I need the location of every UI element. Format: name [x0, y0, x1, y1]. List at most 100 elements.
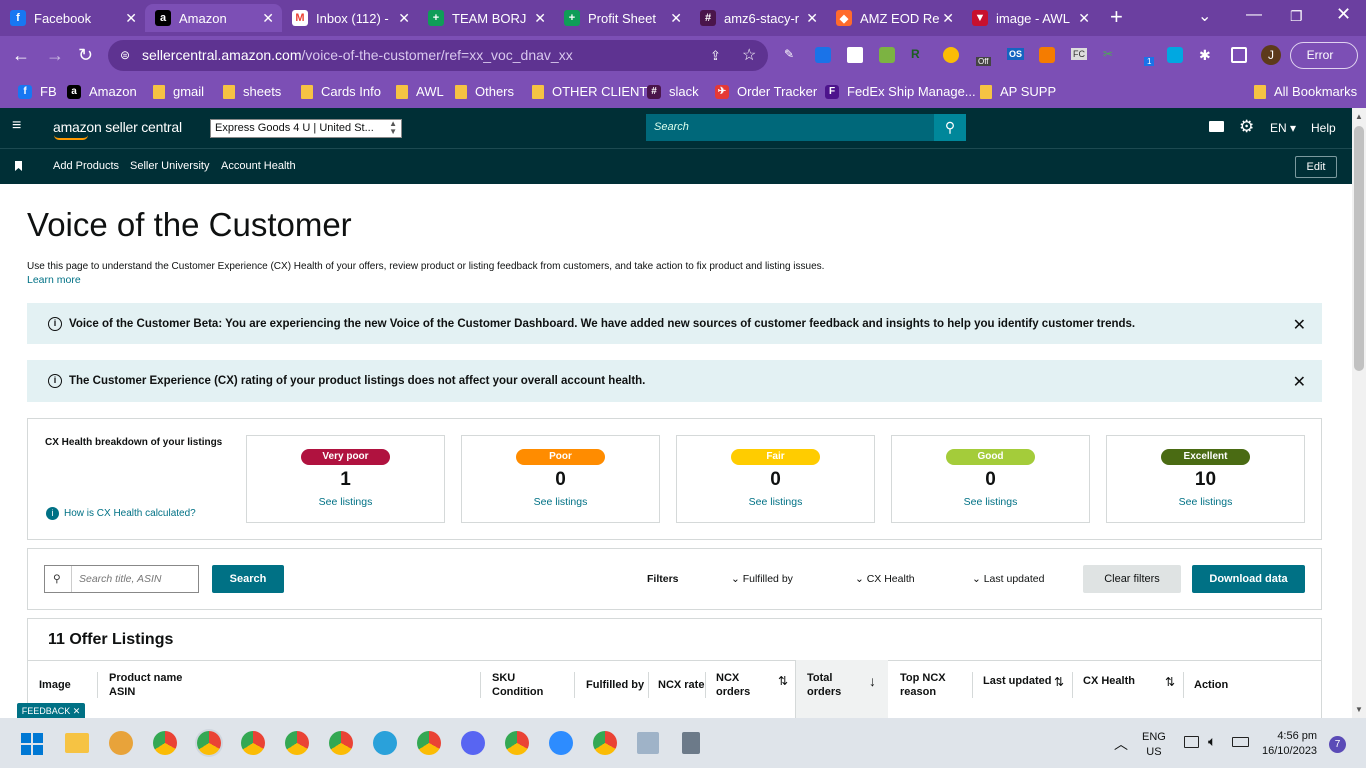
app-icon[interactable] [109, 731, 133, 755]
bookmark-item[interactable]: gmail [153, 84, 204, 99]
page-scrollbar[interactable]: ▲ ▼ [1352, 108, 1366, 718]
extension-r-icon[interactable]: R [911, 47, 927, 63]
extension-chart-icon[interactable] [1039, 47, 1055, 63]
see-listings-link[interactable]: See listings [677, 496, 874, 508]
hamburger-menu-icon[interactable]: ≡ [12, 117, 21, 135]
site-info-icon[interactable]: ⊜ [120, 40, 130, 71]
edit-nav-button[interactable]: Edit [1295, 156, 1337, 178]
close-tab-icon[interactable]: ✕ [125, 10, 137, 27]
listing-search-button[interactable]: Search [212, 565, 284, 593]
battery-icon[interactable] [1232, 737, 1249, 747]
close-tab-icon[interactable]: ✕ [806, 10, 818, 27]
sort-desc-icon[interactable]: ↓ [869, 673, 876, 689]
chrome-icon[interactable] [197, 731, 221, 755]
bookmark-item[interactable]: F FedEx Ship Manage... [825, 84, 976, 99]
close-window-icon[interactable]: ✕ [1336, 4, 1351, 25]
forward-icon[interactable]: → [46, 46, 64, 64]
zoom-icon[interactable] [549, 731, 573, 755]
see-listings-link[interactable]: See listings [892, 496, 1089, 508]
bookmark-item[interactable]: a Amazon [67, 84, 137, 99]
bookmark-star-icon[interactable]: ☆ [742, 40, 756, 71]
language-indicator[interactable]: ENG US [1142, 730, 1166, 760]
col-last-updated[interactable]: Last updated [983, 674, 1051, 688]
bookmark-item[interactable]: Cards Info [301, 84, 381, 99]
browser-tab[interactable]: f Facebook ✕ [0, 4, 145, 32]
browser-tab[interactable]: ▼ image - AWL ✕ [962, 4, 1098, 32]
see-listings-link[interactable]: See listings [1107, 496, 1304, 508]
browser-tab[interactable]: M Inbox (112) - ✕ [282, 4, 418, 32]
chrome-icon[interactable] [505, 731, 529, 755]
header-search-button[interactable]: ⚲ [934, 114, 966, 141]
notification-badge[interactable]: 7 [1329, 736, 1346, 753]
nav-add-products[interactable]: Add Products [53, 160, 119, 172]
extension-os-icon[interactable]: OS [1007, 48, 1025, 60]
share-icon[interactable]: ⇪ [710, 40, 721, 71]
browser-tab[interactable]: ◆ AMZ EOD Re ✕ [826, 4, 962, 32]
close-icon[interactable]: ✕ [1293, 372, 1306, 392]
how-calculated-link[interactable]: How is CX Health calculated? [64, 508, 196, 519]
listing-search-input[interactable]: ⚲ Search title, ASIN [44, 565, 199, 593]
extension-pipette-icon[interactable] [879, 47, 895, 63]
bookmark-item[interactable]: Others [455, 84, 514, 99]
bookmark-flag-icon[interactable] [15, 161, 22, 171]
windows-start-icon[interactable] [21, 733, 43, 755]
extensions-puzzle-icon[interactable]: ✱ [1199, 47, 1215, 63]
clock[interactable]: 4:56 pm 16/10/2023 [1262, 729, 1317, 759]
filter-cx-health[interactable]: ⌄ CX Health [855, 573, 915, 585]
telegram-icon[interactable] [373, 731, 397, 755]
nav-account-health[interactable]: Account Health [221, 160, 296, 172]
help-link[interactable]: Help [1311, 121, 1336, 135]
extension-pen-icon[interactable]: ✎ [784, 47, 800, 63]
browser-tab[interactable]: a Amazon ✕ [145, 4, 282, 32]
extension-scissors-icon[interactable]: ✂ [1103, 47, 1119, 63]
store-selector[interactable]: Express Goods 4 U | United St... ▲ ▼ [210, 119, 402, 138]
language-select[interactable]: EN ▾ [1270, 121, 1296, 135]
col-ncx-orders[interactable]: NCX orders [716, 671, 750, 699]
see-listings-link[interactable]: See listings [247, 496, 444, 508]
filter-fulfilled-by[interactable]: ⌄ Fulfilled by [731, 573, 793, 585]
learn-more-link[interactable]: Learn more [27, 274, 81, 286]
chrome-icon[interactable] [241, 731, 265, 755]
back-icon[interactable]: ← [12, 46, 30, 64]
reload-icon[interactable]: ↻ [78, 46, 93, 64]
scroll-down-icon[interactable]: ▼ [1355, 705, 1363, 714]
download-data-button[interactable]: Download data [1192, 565, 1305, 593]
scroll-thumb[interactable] [1354, 126, 1364, 371]
close-tab-icon[interactable]: ✕ [670, 10, 682, 27]
col-cx-health[interactable]: CX Health [1083, 674, 1135, 688]
chrome-icon[interactable] [329, 731, 353, 755]
tab-search-icon[interactable]: ⌄ [1198, 6, 1211, 26]
chrome-icon[interactable] [593, 731, 617, 755]
volume-icon[interactable]: 🔈︎ [1208, 733, 1216, 750]
network-icon[interactable] [1184, 736, 1199, 748]
settings-gear-icon[interactable]: ⚙ [1239, 117, 1254, 137]
col-total-orders[interactable]: Total orders [807, 671, 841, 699]
bookmark-item[interactable]: OTHER CLIENT [532, 84, 647, 99]
close-tab-icon[interactable]: ✕ [534, 10, 546, 27]
browser-tab[interactable]: + Profit Sheet ✕ [554, 4, 690, 32]
chrome-icon[interactable] [153, 731, 177, 755]
extension-fc-icon[interactable]: FC [1071, 48, 1087, 60]
browser-tab[interactable]: + TEAM BORJ ✕ [418, 4, 554, 32]
close-tab-icon[interactable]: ✕ [1078, 10, 1090, 27]
bookmark-item[interactable]: sheets [223, 84, 281, 99]
nav-seller-university[interactable]: Seller University [130, 160, 209, 172]
tray-chevron-icon[interactable]: ︿ [1114, 734, 1128, 754]
browser-tab[interactable]: # amz6-stacy-r ✕ [690, 4, 826, 32]
clear-filters-button[interactable]: Clear filters [1083, 565, 1181, 593]
filter-last-updated[interactable]: ⌄ Last updated [972, 573, 1044, 585]
side-panel-icon[interactable] [1231, 47, 1247, 63]
new-tab-button[interactable]: + [1110, 4, 1123, 30]
calculator-icon[interactable] [682, 732, 700, 754]
discord-icon[interactable] [461, 731, 485, 755]
bookmark-item[interactable]: f FB [18, 84, 57, 99]
address-bar[interactable]: ⊜ sellercentral.amazon.com/voice-of-the-… [108, 40, 768, 71]
chrome-icon[interactable] [417, 731, 441, 755]
header-search-input[interactable]: Search [646, 114, 934, 141]
profile-avatar[interactable]: J [1261, 45, 1281, 65]
close-icon[interactable]: ✕ [1293, 315, 1306, 335]
chrome-icon[interactable] [285, 731, 309, 755]
bookmark-item[interactable]: AWL [396, 84, 444, 99]
extension-blue-icon[interactable] [815, 47, 831, 63]
see-listings-link[interactable]: See listings [462, 496, 659, 508]
